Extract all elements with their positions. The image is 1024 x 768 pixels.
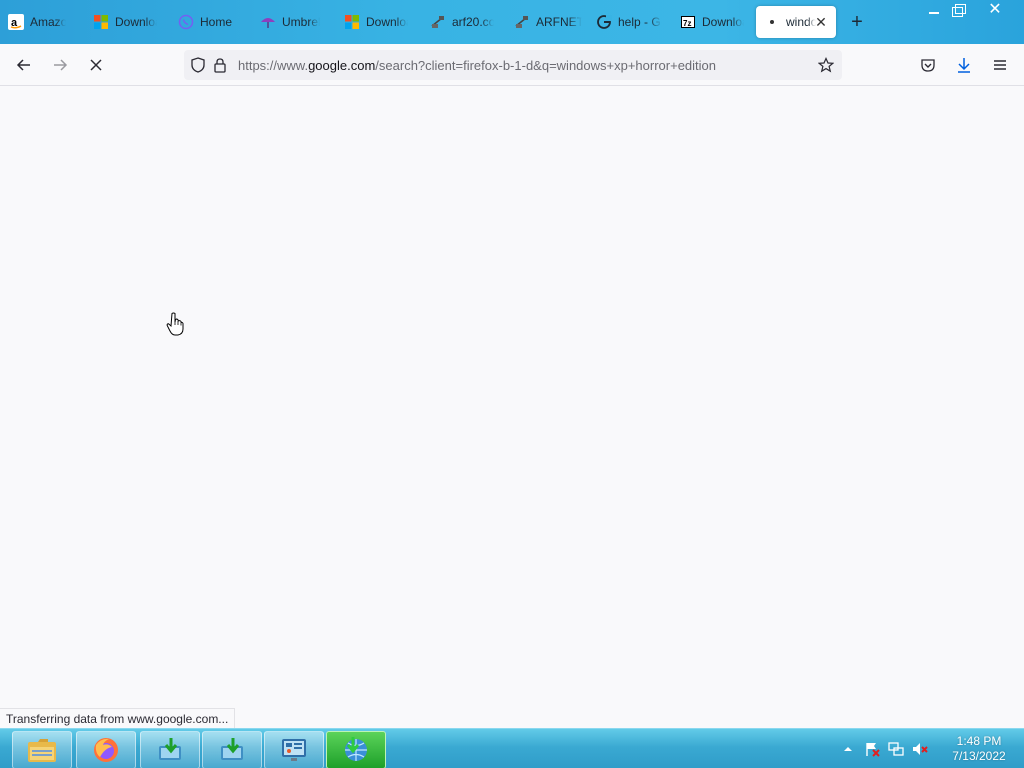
system-tray: 1:48 PM 7/13/2022 (838, 729, 1024, 768)
control-panel-icon (282, 739, 306, 761)
hamburger-menu-icon (994, 60, 1006, 70)
network-icon (514, 14, 530, 30)
app-menu-button[interactable] (987, 52, 1013, 78)
windows-logo-icon (344, 14, 360, 30)
windows-logo-icon (93, 14, 109, 30)
download-arrow-icon (221, 738, 243, 760)
tab-label: help - G (618, 15, 661, 29)
hand-pointer-cursor-icon (166, 312, 184, 336)
network-status-icon[interactable] (886, 739, 906, 759)
tab-label: Download (702, 15, 744, 29)
network-icon (430, 14, 446, 30)
tab-label: ARFNET (536, 15, 582, 29)
tab-label: Download (115, 15, 157, 29)
forward-button[interactable] (47, 52, 73, 78)
tab-download-1[interactable]: Download (85, 6, 169, 38)
tab-home[interactable]: Home (170, 6, 254, 38)
internet-download-manager-taskbar-button[interactable] (326, 731, 386, 768)
new-tab-button[interactable]: + (846, 11, 868, 33)
back-button[interactable] (11, 52, 37, 78)
idm-globe-icon (345, 737, 367, 761)
file-explorer-taskbar-button[interactable] (12, 731, 72, 768)
tab-arf20[interactable]: arf20.com (422, 6, 506, 38)
tab-help-google[interactable]: help - G (588, 6, 672, 38)
tab-umbrella[interactable]: Umbrella (252, 6, 336, 38)
download-manager-taskbar-button-2[interactable] (202, 731, 262, 768)
stop-loading-button[interactable] (83, 52, 109, 78)
page-content-area[interactable] (0, 86, 1024, 728)
tab-label: arf20.com (452, 15, 494, 29)
tab-label: Amazon (30, 15, 66, 29)
tab-arfnet[interactable]: ARFNET (506, 6, 590, 38)
tab-label: Download (366, 15, 408, 29)
pocket-icon (921, 59, 935, 72)
amazon-icon: a (8, 14, 24, 30)
back-arrow-icon (16, 59, 30, 71)
tab-label: windows (786, 15, 816, 29)
bookmark-star-icon[interactable] (817, 57, 835, 73)
loading-dot-icon (764, 14, 780, 30)
folder-icon (28, 739, 56, 762)
tab-download-2[interactable]: Download (336, 6, 420, 38)
address-bar[interactable]: https://www.google.com/search?client=fir… (184, 50, 842, 80)
volume-muted-icon[interactable] (910, 739, 930, 759)
tab-strip: a Amazon Download Home Umbrella Download… (0, 0, 1024, 44)
pocket-button[interactable] (915, 52, 941, 78)
show-hidden-icons-chevron-icon[interactable] (838, 739, 858, 759)
close-tab-icon[interactable]: ✕ (814, 15, 828, 29)
tab-label: Home (200, 15, 233, 29)
download-arrow-icon (159, 738, 181, 760)
close-window-button[interactable]: ✕ (974, 0, 1016, 18)
7zip-icon: 7z (680, 14, 696, 30)
control-panel-taskbar-button[interactable] (264, 731, 324, 768)
clock-date: 7/13/2022 (952, 749, 1006, 763)
download-arrow-icon (958, 58, 970, 73)
url-text[interactable]: https://www.google.com/search?client=fir… (238, 58, 716, 73)
tab-amazon[interactable]: a Amazon (0, 6, 84, 38)
umbrella-icon (260, 14, 276, 30)
svg-text:7z: 7z (683, 19, 691, 28)
tab-windows-active[interactable]: windows ✕ (756, 6, 836, 38)
windows-taskbar: 1:48 PM 7/13/2022 (0, 728, 1024, 768)
download-manager-taskbar-button-1[interactable] (140, 731, 200, 768)
minimize-button[interactable] (922, 0, 946, 18)
action-center-flag-icon[interactable] (862, 739, 882, 759)
forward-arrow-icon (54, 59, 68, 71)
window-controls: ✕ (920, 0, 1016, 20)
tab-label: Umbrella (282, 15, 320, 29)
firefox-taskbar-button[interactable] (76, 731, 136, 768)
viber-icon (178, 14, 194, 30)
downloads-button[interactable] (951, 52, 977, 78)
status-panel: Transferring data from www.google.com... (0, 708, 236, 729)
lock-icon[interactable] (212, 57, 228, 73)
clock-time: 1:48 PM (956, 734, 1002, 748)
firefox-icon (94, 738, 118, 762)
tab-download-7zip[interactable]: 7z Download (672, 6, 756, 38)
navigation-toolbar: https://www.google.com/search?client=fir… (0, 44, 1024, 86)
taskbar-clock[interactable]: 1:48 PM 7/13/2022 (934, 734, 1024, 764)
stop-x-icon (90, 59, 102, 71)
restore-button[interactable] (948, 0, 972, 18)
google-icon (596, 14, 612, 30)
tracking-protection-shield-icon[interactable] (190, 57, 206, 73)
